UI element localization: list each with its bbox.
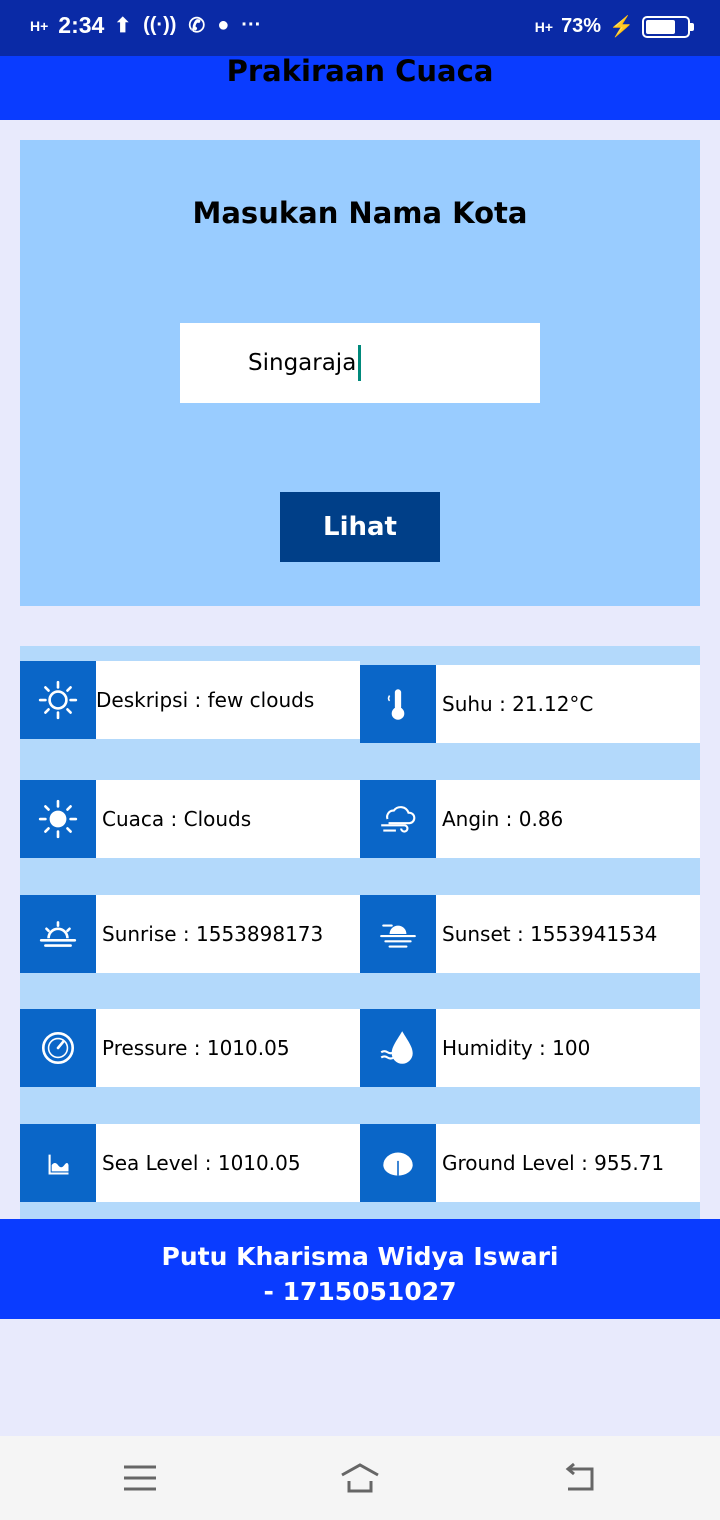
back-button[interactable]: [555, 1460, 605, 1496]
city-input-value: Singaraja: [248, 350, 357, 376]
clock: 2:34: [58, 12, 105, 38]
weather-label: Cuaca : Clouds: [102, 807, 252, 831]
home-icon: [341, 1463, 379, 1493]
back-icon: [565, 1462, 594, 1491]
sunrise-tile: Sunrise : 1553898173: [20, 895, 360, 973]
charging-icon: ⚡: [609, 16, 634, 38]
author-name: Putu Kharisma Widya Iswari: [161, 1242, 559, 1271]
temperature-label: Suhu : 21.12°C: [442, 692, 594, 716]
pressure-tile: Pressure : 1010.05: [20, 1009, 360, 1087]
wind-label: Angin : 0.86: [442, 807, 564, 831]
search-heading: Masukan Nama Kota: [192, 196, 528, 230]
upload-icon: ⬆: [114, 15, 132, 37]
sun-icon: [20, 780, 96, 858]
weather-tile: Cuaca : Clouds: [20, 780, 360, 858]
sunset-tile: Sunset : 1553941534: [360, 895, 700, 973]
humidity-label: Humidity : 100: [442, 1036, 591, 1060]
network-indicator: H+: [30, 17, 49, 34]
sea-level-label: Sea Level : 1010.05: [102, 1151, 301, 1175]
status-bar: H+ 2:34 ⬆ ((·)) ✆ ● ··· H+ 73% ⚡: [0, 0, 720, 56]
city-input[interactable]: Singaraja: [180, 323, 540, 403]
network-indicator-right: H+: [534, 18, 554, 35]
search-card: Masukan Nama Kota Singaraja Lihat: [20, 140, 700, 606]
battery-icon: [642, 15, 694, 38]
author-id: - 1715051027: [263, 1277, 457, 1306]
sea-level-icon: [20, 1124, 96, 1202]
battery-level: [646, 19, 675, 34]
lihat-button[interactable]: Lihat: [280, 492, 440, 562]
sunrise-label: Sunrise : 1553898173: [102, 922, 324, 946]
hotspot-icon: ((·)): [143, 14, 177, 36]
author-footer: Putu Kharisma Widya Iswari - 1715051027: [0, 1219, 720, 1319]
menu-button[interactable]: [115, 1460, 165, 1496]
sea-level-tile: Sea Level : 1010.05: [20, 1124, 360, 1202]
ground-level-tile: Ground Level : 955.71: [360, 1124, 700, 1202]
gauge-icon: [20, 1009, 96, 1087]
battery-percent: 73%: [561, 15, 602, 37]
text-caret: [358, 345, 362, 381]
wind-cloud-icon: [360, 780, 436, 858]
whatsapp-icon: ✆: [188, 15, 206, 37]
line-app-icon: ●: [217, 14, 230, 36]
pressure-label: Pressure : 1010.05: [102, 1036, 290, 1060]
weather-info-panel: Deskripsi : few clouds Suhu : 21.12°C Cu…: [20, 646, 700, 1220]
sunrise-icon: [20, 895, 96, 973]
more-icon: ···: [241, 14, 262, 36]
thermometer-icon: [360, 665, 436, 743]
home-button[interactable]: [335, 1460, 385, 1496]
sunset-icon: [360, 895, 436, 973]
description-tile: Deskripsi : few clouds: [20, 661, 360, 739]
system-nav-bar: [0, 1436, 720, 1520]
ground-level-icon: [360, 1124, 436, 1202]
humidity-tile: Humidity : 100: [360, 1009, 700, 1087]
sunset-label: Sunset : 1553941534: [442, 922, 658, 946]
water-drop-icon: [360, 1009, 436, 1087]
description-label: Deskripsi : few clouds: [96, 688, 315, 712]
wind-tile: Angin : 0.86: [360, 780, 700, 858]
ground-level-label: Ground Level : 955.71: [442, 1151, 665, 1175]
temperature-tile: Suhu : 21.12°C: [360, 665, 700, 743]
menu-icon: [124, 1465, 156, 1491]
page-title: Prakiraan Cuaca: [226, 54, 494, 88]
app-bar: Prakiraan Cuaca: [0, 54, 720, 120]
sun-icon: [20, 661, 96, 739]
